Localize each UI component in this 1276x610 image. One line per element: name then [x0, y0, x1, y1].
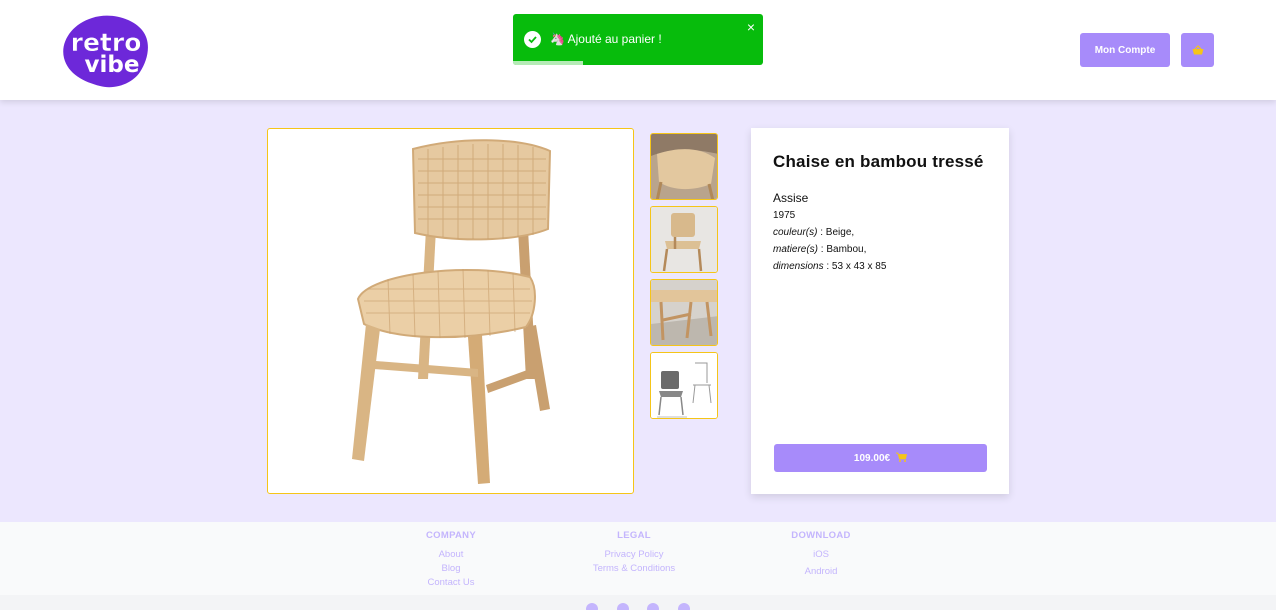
footer-link-terms[interactable]: Terms & Conditions	[584, 562, 684, 576]
product-dimensions: dimensions : 53 x 43 x 85	[773, 261, 886, 272]
footer-link-android[interactable]: Android	[781, 565, 861, 579]
svg-text:vibe: vibe	[85, 52, 140, 78]
product-thumbnail[interactable]	[650, 133, 718, 200]
instagram-icon[interactable]	[617, 603, 629, 610]
footer-link-privacy[interactable]: Privacy Policy	[584, 548, 684, 562]
footer-column-title: COMPANY	[426, 530, 476, 541]
product-thumbnail[interactable]	[650, 279, 718, 346]
footer-legal-column: LEGAL Privacy Policy Terms & Conditions	[584, 530, 684, 576]
retrovibe-logo[interactable]: retro vibe	[62, 14, 150, 88]
product-thumbnail[interactable]	[650, 352, 718, 419]
product-material: matiere(s) : Bambou,	[773, 244, 866, 255]
attr-value: : Bambou,	[818, 244, 867, 255]
attr-label: couleur(s)	[773, 227, 818, 238]
twitter-icon[interactable]	[647, 603, 659, 610]
footer-social-bar	[0, 595, 1276, 610]
product-color: couleur(s) : Beige,	[773, 227, 854, 238]
added-to-cart-toast: 🦄 Ajouté au panier ! ×	[513, 14, 763, 65]
basket-icon	[1192, 43, 1204, 58]
check-circle-icon	[524, 31, 541, 48]
attr-value: : 53 x 43 x 85	[823, 261, 887, 272]
footer-link-blog[interactable]: Blog	[411, 562, 491, 576]
product-category: Assise	[773, 191, 809, 205]
product-info-card: Chaise en bambou tressé Assise 1975 coul…	[751, 128, 1009, 494]
toast-progress-bar	[513, 61, 583, 65]
attr-label: matiere(s)	[773, 244, 819, 255]
product-main-image	[267, 128, 634, 494]
toast-message: 🦄 Ajouté au panier !	[550, 32, 662, 46]
attr-value: : Beige,	[817, 227, 855, 238]
attr-label: dimensions	[773, 261, 824, 272]
price-label: 109.00€	[853, 452, 891, 464]
footer-column-title: LEGAL	[617, 530, 651, 541]
github-icon[interactable]	[678, 603, 690, 610]
add-to-cart-button[interactable]: 109.00€	[774, 444, 987, 472]
product-year: 1975	[773, 210, 796, 221]
product-title: Chaise en bambou tressé	[773, 152, 984, 171]
product-thumbnail[interactable]	[650, 206, 718, 273]
close-icon[interactable]: ×	[744, 20, 758, 34]
facebook-icon[interactable]	[586, 603, 598, 610]
cart-button[interactable]	[1181, 33, 1214, 67]
footer-link-ios[interactable]: iOS	[781, 548, 861, 562]
footer-link-about[interactable]: About	[411, 548, 491, 562]
cart-icon	[896, 452, 908, 465]
account-button[interactable]: Mon Compte	[1080, 33, 1170, 67]
footer-column-title: DOWNLOAD	[791, 530, 851, 541]
footer-company-column: COMPANY About Blog Contact Us	[411, 530, 491, 590]
footer-download-column: DOWNLOAD iOS Android	[781, 530, 861, 579]
footer-link-contact[interactable]: Contact Us	[411, 576, 491, 590]
